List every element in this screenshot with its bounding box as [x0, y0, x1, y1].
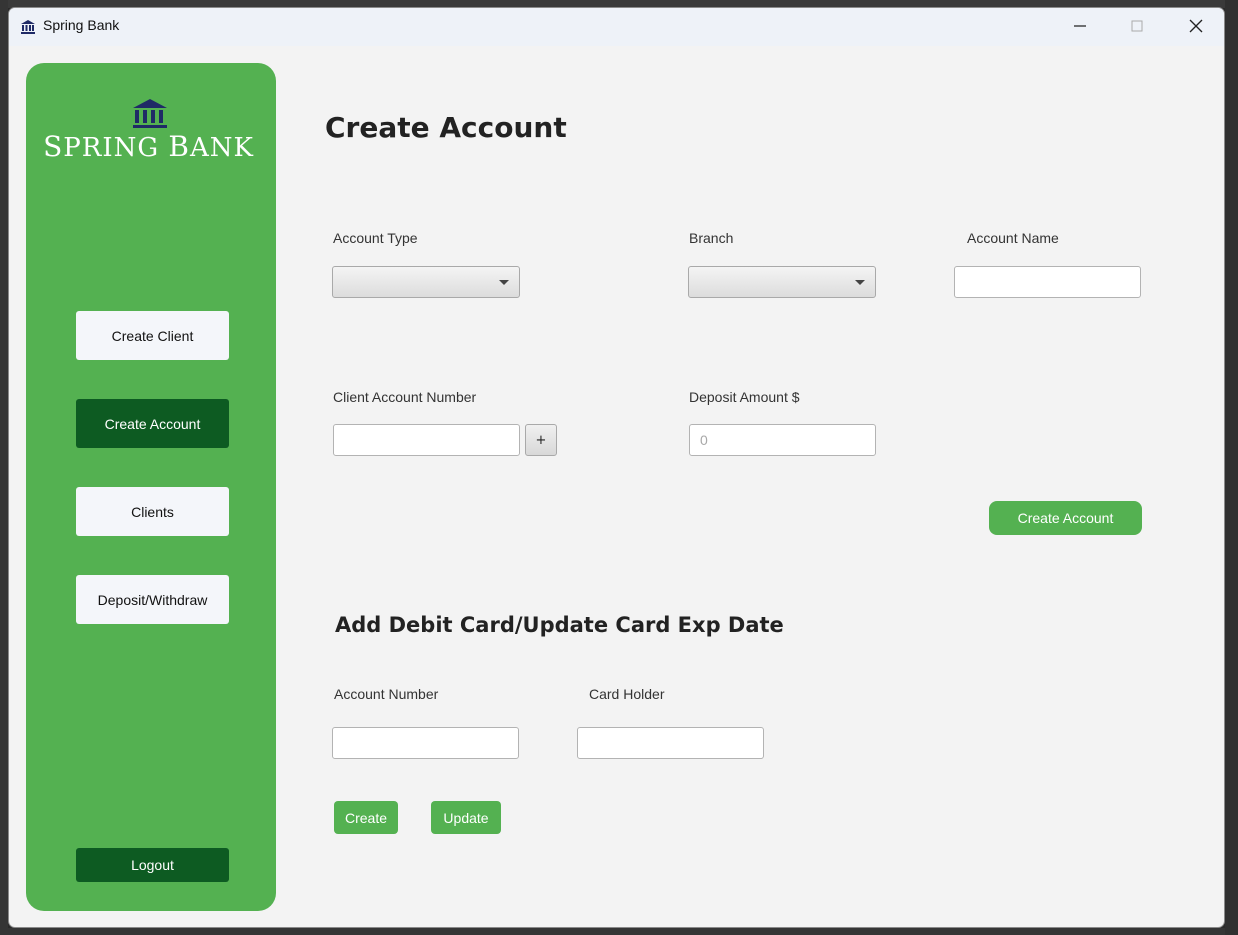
maximize-icon	[1131, 20, 1143, 32]
logo-letter: S	[43, 130, 64, 163]
account-name-input[interactable]	[954, 266, 1141, 298]
chevron-down-icon	[499, 280, 509, 285]
client-account-number-input[interactable]	[333, 424, 520, 456]
sidebar-item-create-account[interactable]: Create Account	[76, 399, 229, 448]
card-holder-label: Card Holder	[589, 686, 665, 702]
window-title: Spring Bank	[43, 17, 120, 33]
branch-label: Branch	[689, 230, 734, 246]
account-type-label: Account Type	[333, 230, 418, 246]
logo-word: PRING	[63, 133, 169, 163]
create-account-button[interactable]: Create Account	[989, 501, 1142, 535]
logo-letter: B	[168, 130, 190, 163]
minimize-button[interactable]	[1051, 8, 1109, 44]
branch-select[interactable]	[688, 266, 876, 298]
section-title: Add Debit Card/Update Card Exp Date	[335, 613, 784, 637]
minimize-icon	[1074, 25, 1086, 27]
account-type-select[interactable]	[332, 266, 520, 298]
app-window: Spring Bank SPRING BANK Create Client Cr…	[8, 7, 1225, 928]
close-button[interactable]	[1167, 8, 1224, 44]
update-card-button[interactable]: Update	[431, 801, 501, 834]
close-icon	[1189, 19, 1203, 33]
sidebar-item-deposit-withdraw[interactable]: Deposit/Withdraw	[76, 575, 229, 624]
deposit-amount-label: Deposit Amount $	[689, 389, 800, 405]
account-name-label: Account Name	[967, 230, 1059, 246]
maximize-button[interactable]	[1108, 8, 1166, 44]
logout-button[interactable]: Logout	[76, 848, 229, 882]
account-number-input[interactable]	[332, 727, 519, 759]
account-number-label: Account Number	[334, 686, 439, 702]
card-holder-input[interactable]	[577, 727, 764, 759]
sidebar: SPRING BANK Create Client Create Account…	[26, 63, 276, 911]
logo-text: SPRING BANK	[26, 130, 271, 163]
desktop-background	[0, 0, 8, 935]
desktop-background	[1225, 0, 1238, 935]
title-bar[interactable]: Spring Bank	[9, 8, 1224, 46]
bank-logo-icon	[131, 98, 169, 134]
sidebar-item-create-client[interactable]: Create Client	[76, 311, 229, 360]
add-client-button[interactable]: +	[525, 424, 557, 456]
chevron-down-icon	[855, 280, 865, 285]
logo-word: ANK	[189, 133, 254, 163]
sidebar-item-clients[interactable]: Clients	[76, 487, 229, 536]
deposit-amount-input[interactable]	[689, 424, 876, 456]
desktop-background	[0, 928, 1238, 935]
create-card-button[interactable]: Create	[334, 801, 398, 834]
client-account-number-label: Client Account Number	[333, 389, 477, 405]
bank-icon	[20, 19, 36, 35]
page-title: Create Account	[325, 111, 567, 144]
